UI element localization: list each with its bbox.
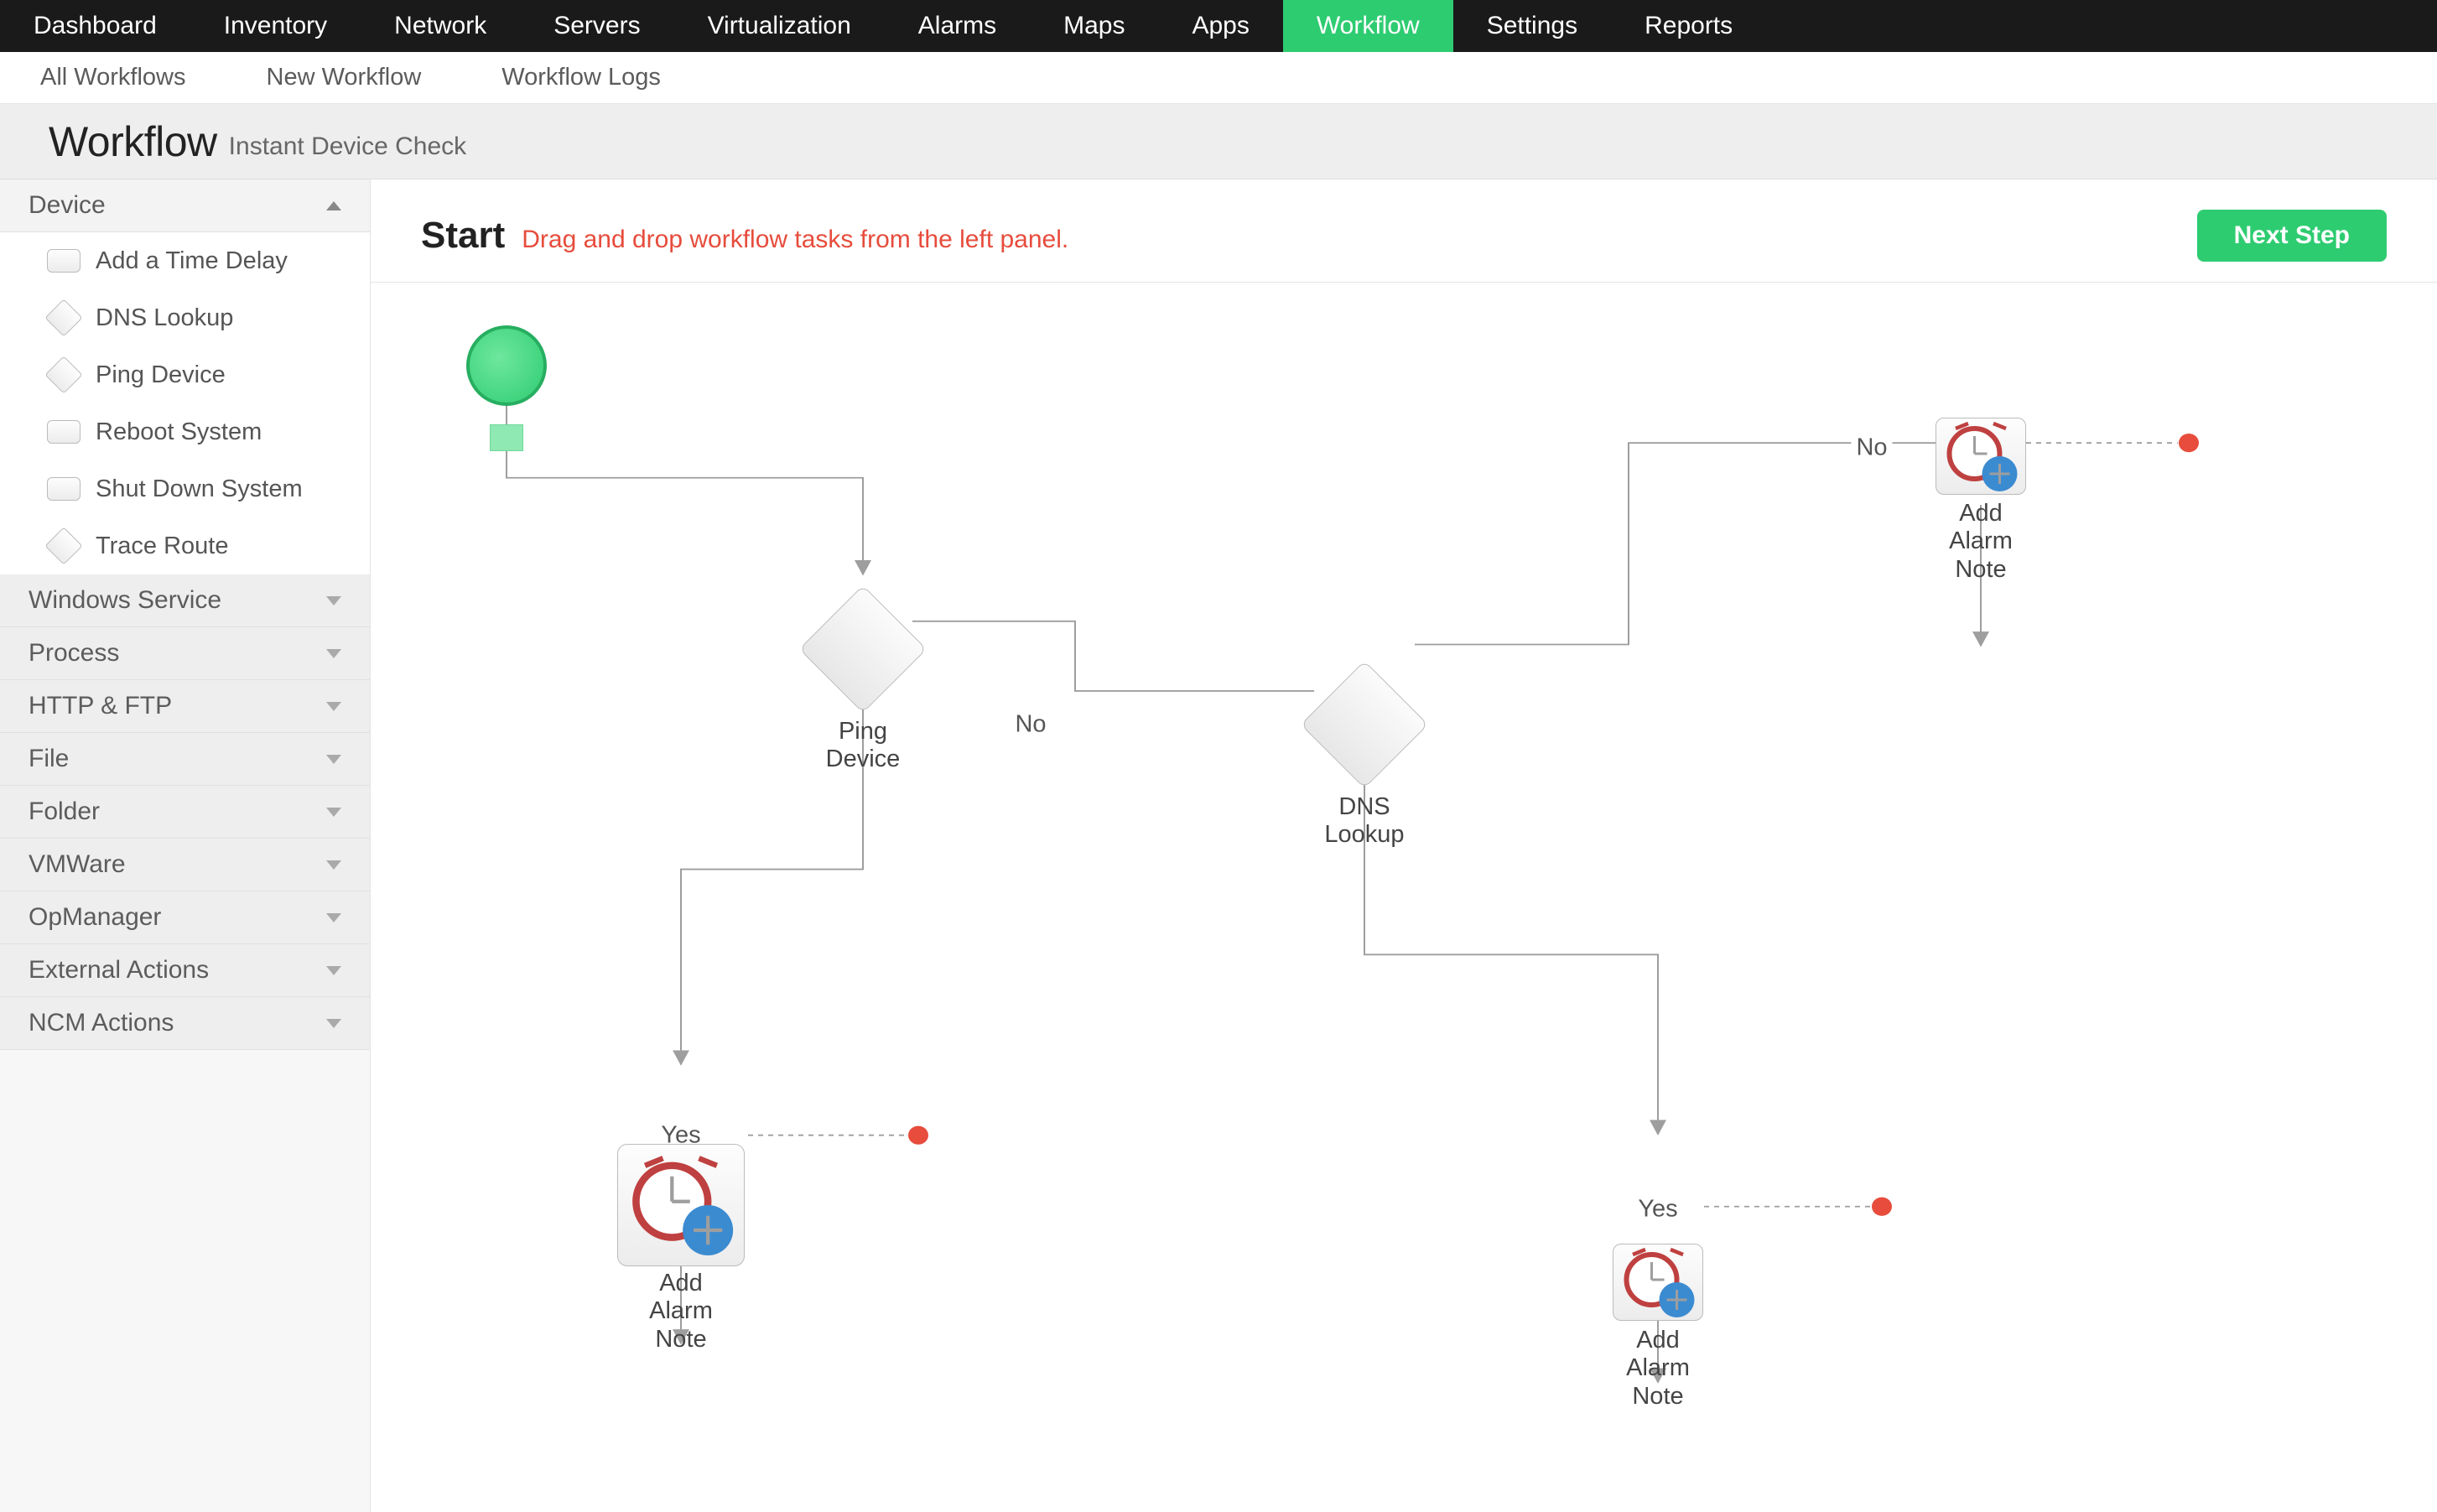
palette-section-ncm-actions[interactable]: NCM Actions — [0, 997, 370, 1050]
chevron-up-icon — [326, 201, 341, 210]
palette-section-file[interactable]: File — [0, 733, 370, 786]
chevron-down-icon — [326, 860, 341, 870]
subnav-workflow-logs[interactable]: Workflow Logs — [461, 64, 701, 91]
rrect-icon — [47, 472, 81, 506]
nav-apps[interactable]: Apps — [1158, 0, 1282, 52]
node-add-alarm-note-1-label: Add Alarm Note — [649, 1270, 713, 1354]
palette-section-label: VMWare — [29, 850, 126, 879]
palette-item-label: DNS Lookup — [96, 304, 233, 332]
chevron-down-icon — [326, 702, 341, 711]
edge-label-ping-no: No — [1010, 711, 1051, 739]
node-add-alarm-note-1[interactable] — [617, 1144, 745, 1266]
chevron-down-icon — [326, 808, 341, 817]
palette-item-label: Reboot System — [96, 418, 262, 446]
nav-settings[interactable]: Settings — [1453, 0, 1611, 52]
palette-item-label: Shut Down System — [96, 475, 303, 503]
palette-item-ping-device[interactable]: Ping Device — [0, 346, 370, 403]
rrect-icon — [47, 244, 81, 278]
alarm-note-icon — [618, 1145, 744, 1265]
nav-dashboard[interactable]: Dashboard — [0, 0, 190, 52]
palette-section-label: HTTP & FTP — [29, 692, 172, 720]
chevron-down-icon — [326, 596, 341, 605]
node-add-alarm-note-3-label: Add Alarm Note — [1949, 500, 2013, 584]
palette-section-device[interactable]: Device — [0, 179, 370, 232]
palette-section-label: OpManager — [29, 903, 161, 932]
palette-item-shut-down-system[interactable]: Shut Down System — [0, 460, 370, 517]
node-add-alarm-note-3[interactable] — [1936, 418, 2026, 495]
palette-section-opmanager[interactable]: OpManager — [0, 891, 370, 944]
nav-network[interactable]: Network — [361, 0, 520, 52]
palette-section-label: Folder — [29, 798, 100, 826]
task-palette: Device Add a Time Delay DNS Lookup Ping … — [0, 179, 371, 1512]
palette-section-process[interactable]: Process — [0, 627, 370, 680]
diamond-icon — [47, 529, 81, 563]
nav-servers[interactable]: Servers — [520, 0, 673, 52]
alarm-note-icon — [1936, 418, 2025, 494]
palette-section-vmware[interactable]: VMWare — [0, 839, 370, 891]
chevron-down-icon — [326, 913, 341, 922]
page-subtitle: Instant Device Check — [229, 132, 466, 161]
node-add-alarm-note-2[interactable] — [1613, 1244, 1703, 1321]
subnav-all-workflows[interactable]: All Workflows — [0, 64, 226, 91]
edge-label-dns-yes: Yes — [1633, 1196, 1682, 1224]
chevron-down-icon — [326, 1019, 341, 1028]
palette-section-external-actions[interactable]: External Actions — [0, 944, 370, 997]
edge-label-dns-no: No — [1851, 434, 1892, 462]
palette-item-add-time-delay[interactable]: Add a Time Delay — [0, 232, 370, 289]
palette-section-device-items: Add a Time Delay DNS Lookup Ping Device … — [0, 232, 370, 574]
palette-item-dns-lookup[interactable]: DNS Lookup — [0, 289, 370, 346]
diamond-icon — [47, 301, 81, 335]
palette-section-label: NCM Actions — [29, 1009, 174, 1037]
title-bar: Workflow Instant Device Check — [0, 104, 2437, 179]
palette-item-label: Add a Time Delay — [96, 247, 288, 275]
chevron-down-icon — [326, 649, 341, 658]
workflow-canvas[interactable]: Ping Device No Yes DNS DNS Lookup No Yes — [371, 280, 2437, 1512]
next-step-button[interactable]: Next Step — [2197, 210, 2387, 262]
node-ping-device-label: Ping Device — [826, 718, 901, 774]
sub-nav: All Workflows New Workflow Workflow Logs — [0, 52, 2437, 104]
canvas-wrap: Start Drag and drop workflow tasks from … — [371, 179, 2437, 1512]
alarm-note-icon — [1613, 1244, 1702, 1320]
canvas-header: Start Drag and drop workflow tasks from … — [371, 179, 2437, 283]
node-start[interactable] — [466, 325, 547, 406]
palette-section-folder[interactable]: Folder — [0, 786, 370, 839]
palette-item-label: Trace Route — [96, 533, 229, 560]
canvas-hint: Drag and drop workflow tasks from the le… — [522, 226, 1068, 254]
palette-item-reboot-system[interactable]: Reboot System — [0, 403, 370, 460]
palette-section-label: External Actions — [29, 956, 209, 985]
palette-item-label: Ping Device — [96, 361, 226, 389]
palette-section-label: Process — [29, 639, 119, 668]
nav-inventory[interactable]: Inventory — [190, 0, 361, 52]
palette-section-windows-service[interactable]: Windows Service — [0, 574, 370, 627]
palette-section-label: File — [29, 745, 69, 773]
nav-virtualization[interactable]: Virtualization — [674, 0, 885, 52]
canvas-title: Start — [421, 215, 505, 257]
diamond-icon — [47, 358, 81, 392]
subnav-new-workflow[interactable]: New Workflow — [226, 64, 462, 91]
node-start-handle[interactable] — [490, 424, 523, 451]
palette-section-http-ftp[interactable]: HTTP & FTP — [0, 680, 370, 733]
page-title: Workflow — [49, 117, 217, 166]
palette-item-trace-route[interactable]: Trace Route — [0, 517, 370, 574]
palette-section-label: Windows Service — [29, 586, 221, 615]
node-add-alarm-note-2-label: Add Alarm Note — [1626, 1327, 1690, 1411]
top-nav: Dashboard Inventory Network Servers Virt… — [0, 0, 2437, 52]
rrect-icon — [47, 415, 81, 449]
chevron-down-icon — [326, 966, 341, 975]
chevron-down-icon — [326, 755, 341, 764]
node-dns-lookup-label: DNS Lookup — [1324, 793, 1404, 850]
nav-maps[interactable]: Maps — [1030, 0, 1158, 52]
nav-alarms[interactable]: Alarms — [885, 0, 1030, 52]
nav-reports[interactable]: Reports — [1611, 0, 1766, 52]
palette-section-label: Device — [29, 191, 106, 220]
nav-workflow[interactable]: Workflow — [1283, 0, 1453, 52]
